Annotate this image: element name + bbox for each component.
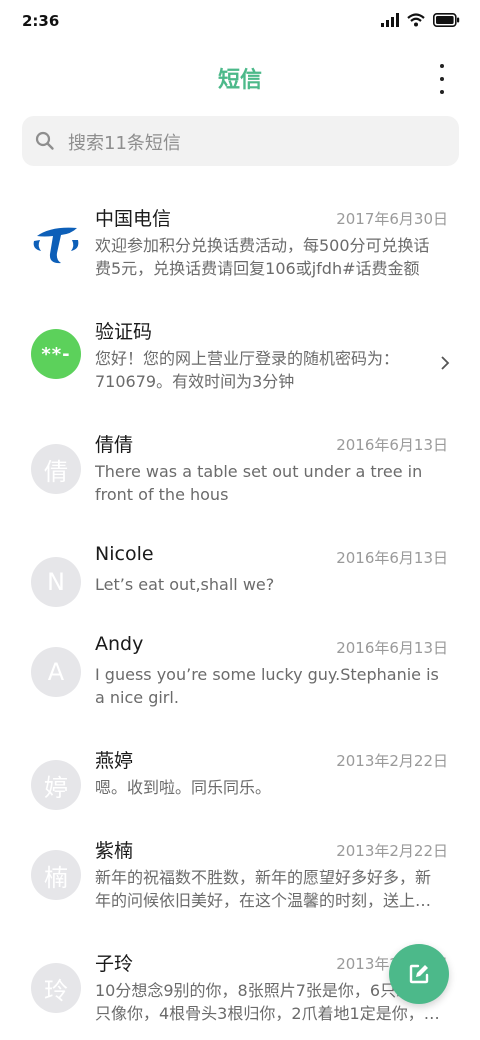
search-icon — [35, 131, 54, 150]
message-date: 2016年6月13日 — [336, 549, 448, 567]
message-item[interactable]: A Andy 2016年6月13日 I guess you’re some lu… — [0, 619, 480, 732]
avatar: 玲 — [31, 963, 81, 1013]
message-preview: 10分想念9别的你，8张照片7张是你，6只眼睛只像你，4根骨头3根归你，2爪着地… — [95, 981, 440, 1023]
sender-name: 倩倩 — [95, 434, 134, 456]
message-item[interactable]: **- 验证码 您好！您的网上营业厅登录的随机密码为：710679。有效时间为3… — [0, 303, 480, 416]
message-preview: 您好！您的网上营业厅登录的随机密码为：710679。有效时间为3分钟 — [95, 349, 400, 391]
sender-name: 验证码 — [95, 321, 153, 343]
message-date: 2016年6月13日 — [336, 639, 448, 657]
message-date: 2013年2月22日 — [336, 842, 448, 860]
message-list: 中国电信 2017年6月30日 欢迎参加积分兑换话费活动，每500分可兑换话费5… — [0, 190, 480, 1040]
sender-name: 燕婷 — [95, 750, 134, 772]
avatar: 楠 — [31, 850, 81, 900]
search-input[interactable]: 搜索11条短信 — [22, 116, 459, 166]
wifi-icon — [407, 13, 425, 27]
message-preview: 嗯。收到啦。同乐同乐。 — [95, 778, 272, 797]
chevron-right-icon — [441, 356, 450, 370]
compose-icon — [409, 964, 429, 984]
status-bar: 2:36 — [0, 0, 480, 44]
avatar: A — [31, 647, 81, 697]
sender-name: 紫楠 — [95, 840, 134, 862]
verification-avatar: **- — [31, 329, 81, 379]
message-item[interactable]: 楠 紫楠 2013年2月22日 新年的祝福数不胜数，新年的愿望好多好多，新年的问… — [0, 822, 480, 935]
message-date: 2016年6月13日 — [336, 436, 448, 454]
message-item[interactable]: N Nicole 2016年6月13日 Let’s eat out,shall … — [0, 529, 480, 619]
battery-icon — [433, 13, 460, 27]
avatar: N — [31, 557, 81, 607]
app-header: 短信 — [0, 56, 480, 102]
avatar: 倩 — [31, 444, 81, 494]
sender-name: 子玲 — [95, 953, 134, 975]
sender-name: Andy — [95, 633, 144, 655]
message-preview: 欢迎参加积分兑换话费活动，每500分可兑换话费5元，兑换话费请回复106或jfd… — [95, 236, 430, 278]
sender-name: Nicole — [95, 543, 154, 565]
sender-name: 中国电信 — [95, 208, 172, 230]
signal-icon — [381, 13, 399, 27]
status-time: 2:36 — [22, 12, 60, 30]
avatar: 婷 — [31, 760, 81, 810]
message-date: 2017年6月30日 — [336, 210, 448, 228]
message-date: 2013年2月22日 — [336, 752, 448, 770]
search-placeholder: 搜索11条短信 — [68, 133, 181, 154]
message-item[interactable]: 婷 燕婷 2013年2月22日 嗯。收到啦。同乐同乐。 — [0, 732, 480, 822]
telecom-logo-icon — [31, 219, 81, 269]
message-item[interactable]: 中国电信 2017年6月30日 欢迎参加积分兑换话费活动，每500分可兑换话费5… — [0, 190, 480, 303]
message-item[interactable]: 倩 倩倩 2016年6月13日 There was a table set ou… — [0, 416, 480, 529]
message-preview: 新年的祝福数不胜数，新年的愿望好多好多，新年的问候依旧美好，在这个温馨的时刻，送… — [95, 868, 432, 910]
more-options-icon[interactable] — [432, 64, 452, 94]
message-preview: Let’s eat out,shall we? — [95, 575, 275, 594]
compose-button[interactable] — [389, 944, 449, 1004]
message-preview: There was a table set out under a tree i… — [95, 462, 423, 504]
message-preview: I guess you’re some lucky guy.Stephanie … — [95, 665, 439, 707]
status-icons — [381, 13, 460, 27]
page-title: 短信 — [217, 68, 262, 93]
